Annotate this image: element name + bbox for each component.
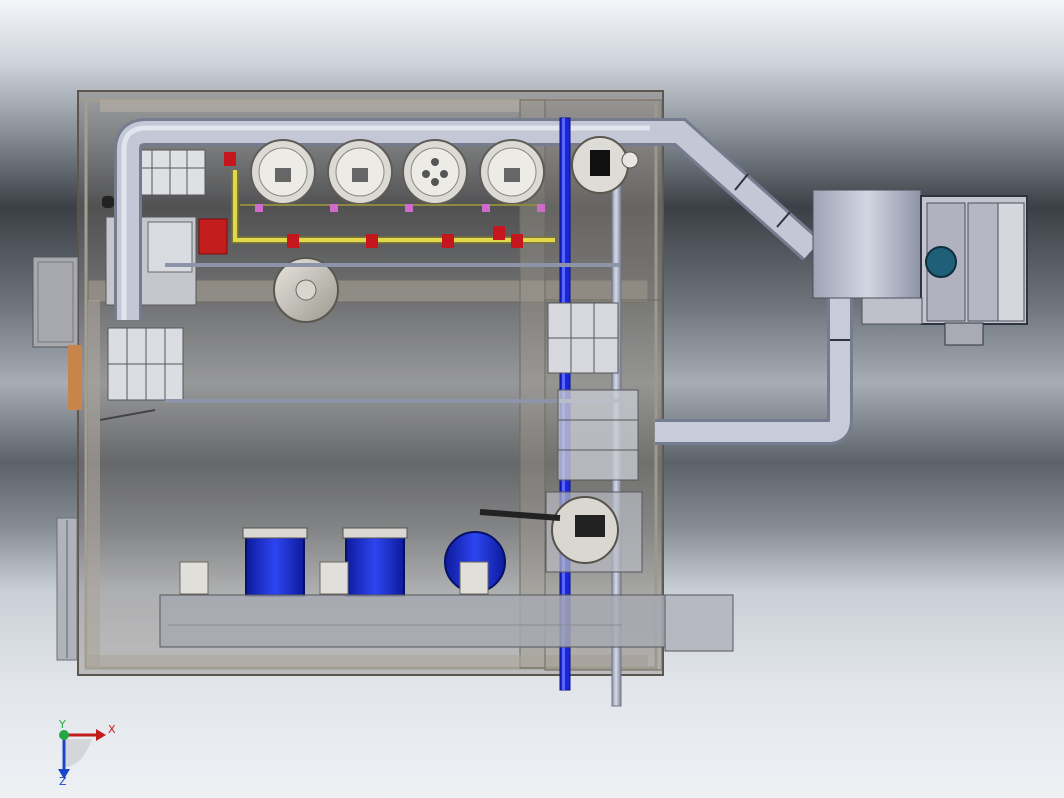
xyz-triad-icon: X Y Z xyxy=(58,718,116,785)
round-holding-tank[interactable] xyxy=(273,257,339,323)
cad-viewport[interactable]: X Y Z xyxy=(0,0,1064,798)
electrical-cabinet[interactable] xyxy=(32,256,82,410)
y-axis-label: Y xyxy=(58,718,66,731)
side-rail xyxy=(56,517,78,661)
x-axis-label: X xyxy=(108,723,116,736)
y-axis xyxy=(59,730,69,740)
storage-rack-top[interactable] xyxy=(134,149,206,196)
base-platform xyxy=(159,594,734,652)
equipment-layout-drawing[interactable] xyxy=(0,0,1064,798)
lower-duct[interactable] xyxy=(655,298,853,445)
z-axis-label: Z xyxy=(59,775,67,785)
